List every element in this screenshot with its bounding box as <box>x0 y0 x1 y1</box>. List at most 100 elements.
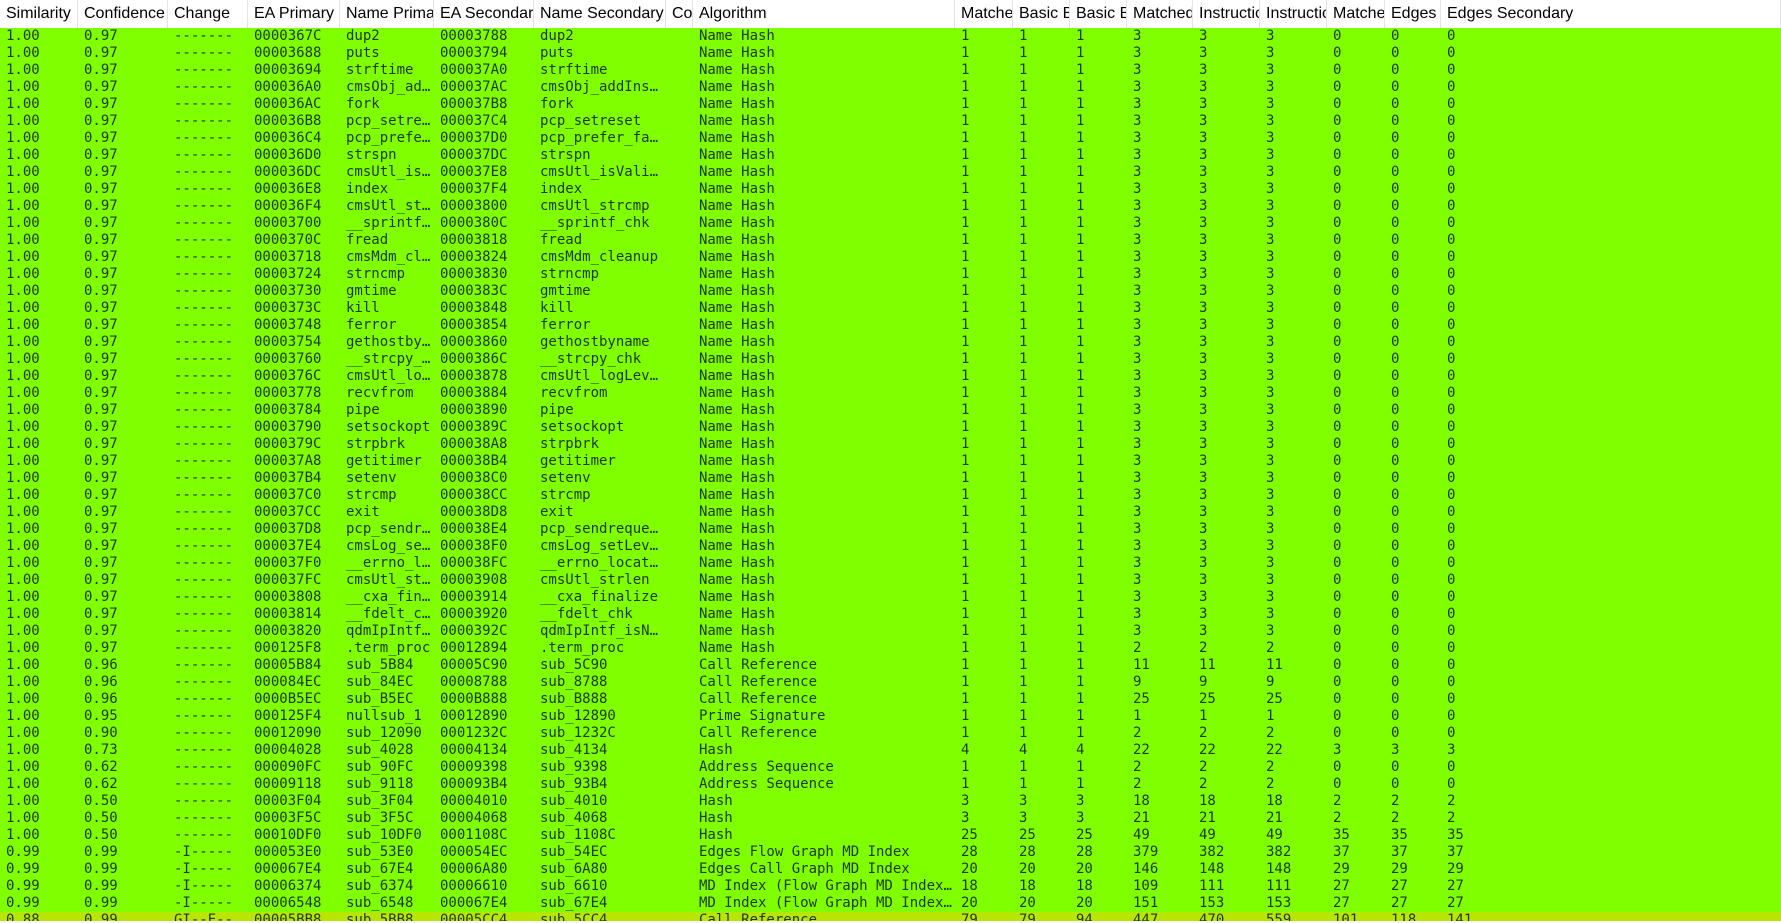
cell-instructions-primary: 1 <box>1199 708 1208 724</box>
column-header-basic-blocks-primary[interactable]: Basic Bl <box>1013 0 1070 28</box>
table-row[interactable]: 1.00 0.97 ------- 000037F0 __errno_lo… 000038… <box>0 555 1781 572</box>
cell-comments <box>666 215 693 232</box>
table-row[interactable]: 1.00 0.97 ------- 000125F8 .term_proc 0001289… <box>0 640 1781 657</box>
table-row[interactable]: 1.00 0.95 ------- 000125F4 nullsub_1 00012890… <box>0 708 1781 725</box>
table-row[interactable]: 1.00 0.97 ------- 00003814 __fdelt_chk 000039… <box>0 606 1781 623</box>
table-row[interactable]: 1.00 0.96 ------- 000084EC sub_84EC 00008788 s… <box>0 674 1781 691</box>
cell-ea-secondary: 00003914 <box>440 589 508 605</box>
table-row[interactable]: 1.00 0.97 ------- 000036A0 cmsObj_add… 000037… <box>0 79 1781 96</box>
table-row[interactable]: 1.00 0.97 ------- 00003820 qdmIpIntf_… 000039… <box>0 623 1781 640</box>
table-row[interactable]: 1.00 0.97 ------- 0000367C dup2 00003788 dup2 N… <box>0 28 1781 45</box>
cell-matched-edges: 0 <box>1333 436 1342 452</box>
cell-basic-blocks-secondary: 1 <box>1076 555 1085 571</box>
table-row[interactable]: 1.00 0.97 ------- 000037FC cmsUtl_str… 000039… <box>0 572 1781 589</box>
table-row[interactable]: 1.00 0.97 ------- 000037D8 pcp_sendre… 000038… <box>0 521 1781 538</box>
column-header-name-primary[interactable]: Name Primar <box>340 0 434 28</box>
table-row[interactable]: 1.00 0.73 ------- 00004028 sub_4028 00004134 s… <box>0 742 1781 759</box>
table-row[interactable]: 1.00 0.50 ------- 00010DF0 sub_10DF0 0001108C… <box>0 827 1781 844</box>
table-row[interactable]: 1.00 0.97 ------- 00003748 ferror 00003854 fer… <box>0 317 1781 334</box>
table-row[interactable]: 1.00 0.97 ------- 000037CC exit 000038D8 exit N… <box>0 504 1781 521</box>
cell-comments <box>666 351 693 368</box>
column-header-name-secondary[interactable]: Name Secondary <box>534 0 666 28</box>
table-row[interactable]: 1.00 0.97 ------- 000036D0 strspn 000037DC str… <box>0 147 1781 164</box>
cell-confidence: 0.97 <box>84 232 118 248</box>
table-body[interactable]: 1.00 0.97 ------- 0000367C dup2 00003788 dup2 N… <box>0 28 1781 921</box>
table-row[interactable]: 1.00 0.97 ------- 000037E4 cmsLog_set… 000038… <box>0 538 1781 555</box>
table-row[interactable]: 0.99 0.99 -I----- 00006374 sub_6374 00006610 s… <box>0 878 1781 895</box>
table-row[interactable]: 1.00 0.97 ------- 00003760 __strcpy_chk 00003… <box>0 351 1781 368</box>
table-row[interactable]: 1.00 0.97 ------- 0000379C strpbrk 000038A8 st… <box>0 436 1781 453</box>
cell-similarity: 1.00 <box>6 776 40 792</box>
column-header-algorithm[interactable]: Algorithm <box>693 0 955 28</box>
cell-basic-blocks-secondary: 1 <box>1076 96 1085 112</box>
cell-matched-instructions: 1 <box>961 606 970 622</box>
table-row[interactable]: 0.99 0.99 -I----- 000067E4 sub_67E4 00006A80 s… <box>0 861 1781 878</box>
cell-matched-edges: 0 <box>1333 79 1342 95</box>
column-header-basic-blocks-secondary[interactable]: Basic Bl <box>1070 0 1127 28</box>
table-row[interactable]: 1.00 0.50 ------- 00003F5C sub_3F5C 00004068 s… <box>0 810 1781 827</box>
table-row[interactable]: 1.00 0.97 ------- 00003754 gethostbyn… 000038… <box>0 334 1781 351</box>
table-row[interactable]: 1.00 0.97 ------- 0000373C kill 00003848 kill N… <box>0 300 1781 317</box>
cell-ea-secondary: 00005C90 <box>440 657 508 673</box>
cell-matched-basic-blocks: 49 <box>1133 827 1150 843</box>
table-row[interactable]: 1.00 0.97 ------- 000037C0 strcmp 000038CC str… <box>0 487 1781 504</box>
cell-instructions-secondary: 49 <box>1266 827 1283 843</box>
cell-name-secondary: strftime <box>540 62 608 78</box>
column-header-edges-secondary[interactable]: Edges Secondary <box>1441 0 1781 28</box>
cell-edges-primary: 0 <box>1391 555 1400 571</box>
table-row[interactable]: 1.00 0.97 ------- 00003688 puts 00003794 puts N… <box>0 45 1781 62</box>
table-row[interactable]: 1.00 0.97 ------- 000036DC cmsUtl_isV… 000037… <box>0 164 1781 181</box>
cell-comments <box>666 249 693 266</box>
column-header-confidence[interactable]: Confidence <box>78 0 168 28</box>
table-row[interactable]: 1.00 0.97 ------- 00003778 recvfrom 00003884 r… <box>0 385 1781 402</box>
table-row[interactable]: 1.00 0.62 ------- 00009118 sub_9118 000093B4 s… <box>0 776 1781 793</box>
table-row[interactable]: 1.00 0.62 ------- 000090FC sub_90FC 00009398 s… <box>0 759 1781 776</box>
cell-basic-blocks-primary: 1 <box>1019 691 1028 707</box>
table-row[interactable]: 1.00 0.97 ------- 00003694 strftime 000037A0 s… <box>0 62 1781 79</box>
table-row[interactable]: 1.00 0.97 ------- 00003700 __sprintf_… 000038… <box>0 215 1781 232</box>
table-row[interactable]: 1.00 0.97 ------- 00003718 cmsMdm_cle… 000038… <box>0 249 1781 266</box>
table-row[interactable]: 0.99 0.99 -I----- 000053E0 sub_53E0 000054EC s… <box>0 844 1781 861</box>
table-row[interactable]: 1.00 0.96 ------- 00005B84 sub_5B84 00005C90 s… <box>0 657 1781 674</box>
table-row[interactable]: 1.00 0.96 ------- 0000B5EC sub_B5EC 0000B888 s… <box>0 691 1781 708</box>
table-row[interactable]: 1.00 0.97 ------- 000037B4 setenv 000038C0 set… <box>0 470 1781 487</box>
column-header-matched-edges[interactable]: Matche <box>1327 0 1385 28</box>
table-row[interactable]: 0.88 0.99 GI--E-- 00005BB8 sub_5BB8 00005CC4 s… <box>0 912 1781 921</box>
table-row[interactable]: 0.99 0.99 -I----- 00006548 sub_6548 000067E4 s… <box>0 895 1781 912</box>
table-row[interactable]: 1.00 0.97 ------- 000036B8 pcp_setreset 00003… <box>0 113 1781 130</box>
table-row[interactable]: 1.00 0.97 ------- 00003730 gmtime 0000383C gmt… <box>0 283 1781 300</box>
table-row[interactable]: 1.00 0.97 ------- 000037A8 getitimer 000038B4… <box>0 453 1781 470</box>
column-header-instructions-secondary[interactable]: Instructic <box>1260 0 1327 28</box>
table-row[interactable]: 1.00 0.97 ------- 000036C4 pcp_prefer… 000037… <box>0 130 1781 147</box>
column-header-instructions-primary[interactable]: Instructic <box>1193 0 1260 28</box>
table-row[interactable]: 1.00 0.97 ------- 00003790 setsockopt 0000389… <box>0 419 1781 436</box>
table-row[interactable]: 1.00 0.90 ------- 00012090 sub_12090 0001232C… <box>0 725 1781 742</box>
cell-name-primary: cmsMdm_cle… <box>346 249 434 265</box>
table-row[interactable]: 1.00 0.97 ------- 0000370C fread 00003818 frea… <box>0 232 1781 249</box>
column-header-change[interactable]: Change <box>168 0 248 28</box>
column-header-comments[interactable]: Co <box>666 0 693 28</box>
column-header-ea-secondary[interactable]: EA Secondary <box>434 0 534 28</box>
table-row[interactable]: 1.00 0.50 ------- 00003F04 sub_3F04 00004010 s… <box>0 793 1781 810</box>
cell-comments <box>666 266 693 283</box>
cell-name-secondary: pipe <box>540 402 574 418</box>
cell-basic-blocks-secondary: 1 <box>1076 351 1085 367</box>
cell-basic-blocks-primary: 20 <box>1019 895 1036 911</box>
column-header-edges-primary[interactable]: Edges P <box>1385 0 1441 28</box>
cell-matched-edges: 0 <box>1333 215 1342 231</box>
cell-name-primary: sub_5BB8 <box>346 912 414 921</box>
cell-instructions-primary: 3 <box>1199 300 1208 316</box>
table-row[interactable]: 1.00 0.97 ------- 000036E8 index 000037F4 inde… <box>0 181 1781 198</box>
cell-matched-basic-blocks: 3 <box>1133 368 1142 384</box>
cell-matched-instructions: 1 <box>961 283 970 299</box>
column-header-matched-instructions[interactable]: Matche <box>955 0 1013 28</box>
column-header-similarity[interactable]: Similarity <box>0 0 78 28</box>
table-row[interactable]: 1.00 0.97 ------- 00003724 strncmp 00003830 st… <box>0 266 1781 283</box>
table-row[interactable]: 1.00 0.97 ------- 000036AC fork 000037B8 fork N… <box>0 96 1781 113</box>
column-header-matched-basic-blocks[interactable]: Matched <box>1127 0 1193 28</box>
table-row[interactable]: 1.00 0.97 ------- 00003808 __cxa_fina… 000039… <box>0 589 1781 606</box>
column-header-ea-primary[interactable]: EA Primary <box>248 0 340 28</box>
table-row[interactable]: 1.00 0.97 ------- 000036F4 cmsUtl_str… 000038… <box>0 198 1781 215</box>
table-row[interactable]: 1.00 0.97 ------- 00003784 pipe 00003890 pipe N… <box>0 402 1781 419</box>
table-row[interactable]: 1.00 0.97 ------- 0000376C cmsUtl_log… 000038… <box>0 368 1781 385</box>
